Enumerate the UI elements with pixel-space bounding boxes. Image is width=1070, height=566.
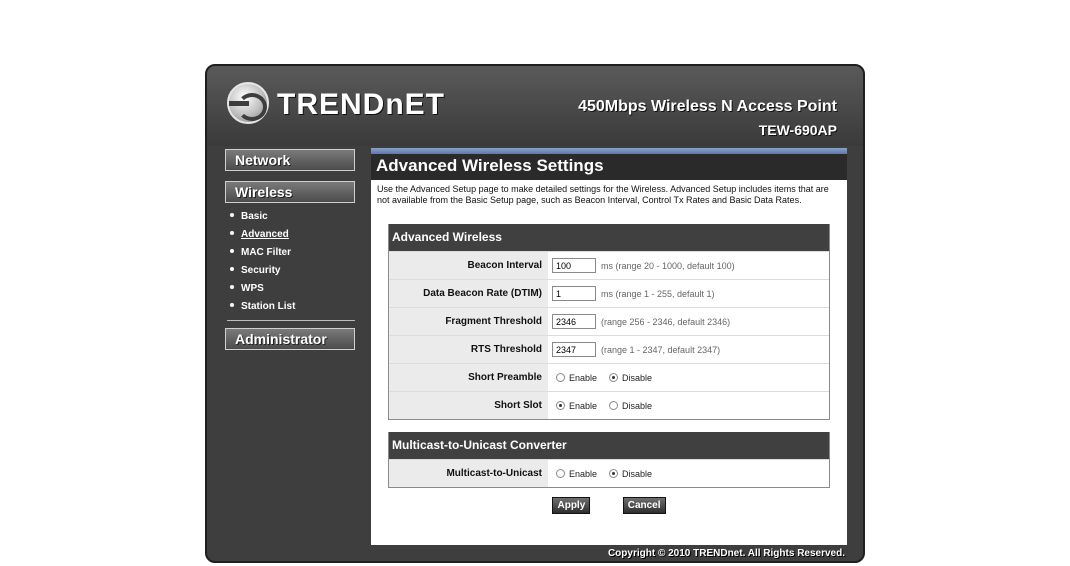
button-bar: Apply Cancel (371, 495, 847, 514)
copyright-footer: Copyright © 2010 TRENDnet. All Rights Re… (607, 548, 845, 559)
cancel-button[interactable]: Cancel (622, 497, 666, 514)
subnav-item-wps[interactable]: WPS (227, 280, 355, 298)
main-content: Advanced Wireless Settings Use the Advan… (371, 148, 847, 545)
rts-threshold-hint: (range 1 - 2347, default 2347) (601, 344, 721, 355)
short-slot-disable-radio[interactable] (609, 401, 619, 410)
fragment-threshold-hint: (range 256 - 2346, default 2346) (601, 316, 731, 327)
nav-administrator-button[interactable]: Administrator (225, 328, 355, 350)
beacon-interval-hint: ms (range 20 - 1000, default 100) (601, 260, 735, 271)
short-preamble-label: Short Preamble (389, 364, 548, 391)
header: TRENDnET 450Mbps Wireless N Access Point… (207, 66, 863, 146)
logo-text: TRENDnET (277, 88, 445, 121)
bullet-icon (230, 249, 234, 254)
beacon-interval-input[interactable] (552, 258, 596, 273)
bullet-icon (230, 285, 234, 290)
subnav-item-security[interactable]: Security (227, 262, 355, 280)
disable-label: Disable (622, 468, 653, 479)
multicast-label: Multicast-to-Unicast (389, 460, 548, 487)
fragment-threshold-row: Fragment Threshold (range 256 - 2346, de… (389, 307, 829, 335)
beacon-interval-row: Beacon Interval ms (range 20 - 1000, def… (389, 251, 829, 279)
section-heading: Advanced Wireless (389, 224, 829, 251)
subnav-item-mac-filter[interactable]: MAC Filter (227, 244, 355, 262)
app-frame: TRENDnET 450Mbps Wireless N Access Point… (205, 64, 865, 563)
beacon-interval-label: Beacon Interval (389, 252, 548, 279)
apply-button[interactable]: Apply (552, 497, 591, 514)
page-title: Advanced Wireless Settings (371, 154, 847, 180)
bullet-icon (230, 303, 234, 308)
subnav-item-basic[interactable]: Basic (227, 208, 355, 226)
enable-label: Enable (569, 372, 598, 383)
bullet-icon (230, 213, 234, 218)
fragment-threshold-label: Fragment Threshold (389, 308, 548, 335)
product-name: 450Mbps Wireless N Access Point (578, 98, 837, 115)
dtim-hint: ms (range 1 - 255, default 1) (601, 288, 715, 299)
wireless-subnav: Basic Advanced MAC Filter Security WPS S… (227, 208, 355, 321)
subnav-item-station-list[interactable]: Station List (227, 298, 355, 316)
page-intro: Use the Advanced Setup page to make deta… (377, 184, 829, 205)
short-preamble-row: Short Preamble Enable Disable (389, 363, 829, 391)
fragment-threshold-input[interactable] (552, 314, 596, 329)
model-number: TEW-690AP (758, 122, 837, 138)
short-slot-enable-radio[interactable] (556, 401, 565, 410)
rts-threshold-row: RTS Threshold (range 1 - 2347, default 2… (389, 335, 829, 363)
nav-network-button[interactable]: Network (225, 149, 355, 171)
advanced-wireless-section: Advanced Wireless Beacon Interval ms (ra… (388, 224, 830, 420)
multicast-enable-radio[interactable] (556, 469, 565, 478)
bullet-icon (230, 267, 234, 272)
multicast-row: Multicast-to-Unicast Enable Disable (389, 459, 829, 487)
bullet-icon (230, 231, 234, 236)
subnav-item-advanced[interactable]: Advanced (227, 226, 355, 244)
multicast-disable-radio[interactable] (609, 469, 619, 478)
rts-threshold-input[interactable] (552, 342, 596, 357)
disable-label: Disable (622, 400, 653, 411)
short-slot-row: Short Slot Enable Disable (389, 391, 829, 419)
dtim-input[interactable] (552, 286, 596, 301)
trendnet-logo-icon (227, 82, 269, 124)
disable-label: Disable (622, 372, 653, 383)
enable-label: Enable (569, 468, 598, 479)
dtim-row: Data Beacon Rate (DTIM) ms (range 1 - 25… (389, 279, 829, 307)
multicast-section: Multicast-to-Unicast Converter Multicast… (388, 432, 830, 488)
section-heading: Multicast-to-Unicast Converter (389, 432, 829, 459)
enable-label: Enable (569, 400, 598, 411)
nav-wireless-button[interactable]: Wireless (225, 181, 355, 203)
rts-threshold-label: RTS Threshold (389, 336, 548, 363)
short-preamble-enable-radio[interactable] (556, 373, 565, 382)
short-preamble-disable-radio[interactable] (609, 373, 619, 382)
short-slot-label: Short Slot (389, 392, 548, 419)
dtim-label: Data Beacon Rate (DTIM) (389, 280, 548, 307)
